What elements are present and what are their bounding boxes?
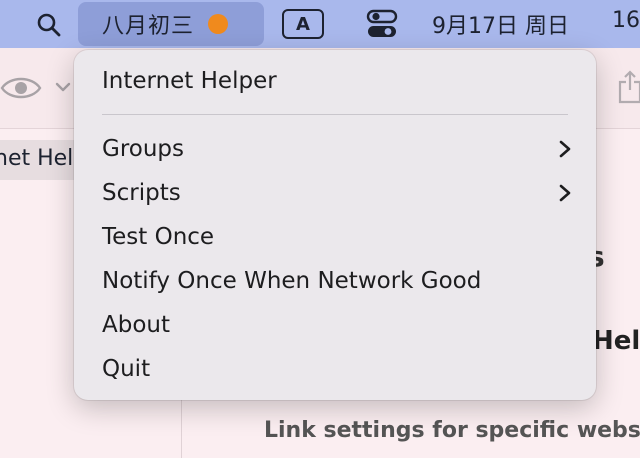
menu-bar: 八月初三 A 9月17日 周日 16 [0,0,640,48]
menubar-app-item[interactable]: 八月初三 [78,2,264,46]
menu-item-quit[interactable]: Quit [102,349,572,389]
menu-item-label: Scripts [102,180,181,206]
menu-item-test-once[interactable]: Test Once [102,217,572,257]
menubar-date[interactable]: 9月17日 周日 [432,8,569,40]
menu-item-label: Test Once [102,224,215,250]
eye-icon[interactable] [0,74,42,102]
menu-item-notify-once[interactable]: Notify Once When Network Good [102,261,572,301]
menubar-time[interactable]: 16 [612,8,640,33]
menu-item-label: Quit [102,356,151,382]
sidebar-item-label: net Hel [0,146,74,171]
app-dropdown-menu: Internet Helper Groups Scripts Test Once… [74,50,596,400]
share-icon[interactable] [618,70,640,104]
menu-header: Internet Helper [102,68,277,94]
menu-item-label: Notify Once When Network Good [102,268,482,294]
search-icon[interactable] [36,12,62,38]
content-title-fragment: Help [592,326,640,356]
menu-item-label: About [102,312,171,338]
chevron-right-icon [559,184,571,202]
menu-item-scripts[interactable]: Scripts [102,173,572,213]
menu-item-label: Groups [102,136,185,162]
menu-item-groups[interactable]: Groups [102,129,572,169]
chevron-down-icon[interactable] [54,80,72,94]
chevron-right-icon [559,140,571,158]
menu-item-about[interactable]: About [102,305,572,345]
input-source-indicator[interactable]: A [282,9,324,39]
status-dot-icon [208,14,229,34]
link-settings-heading: Link settings for specific websit [264,418,640,443]
menubar-app-label: 八月初三 [102,14,195,39]
control-center-icon[interactable] [366,9,398,39]
menu-separator [102,114,568,115]
